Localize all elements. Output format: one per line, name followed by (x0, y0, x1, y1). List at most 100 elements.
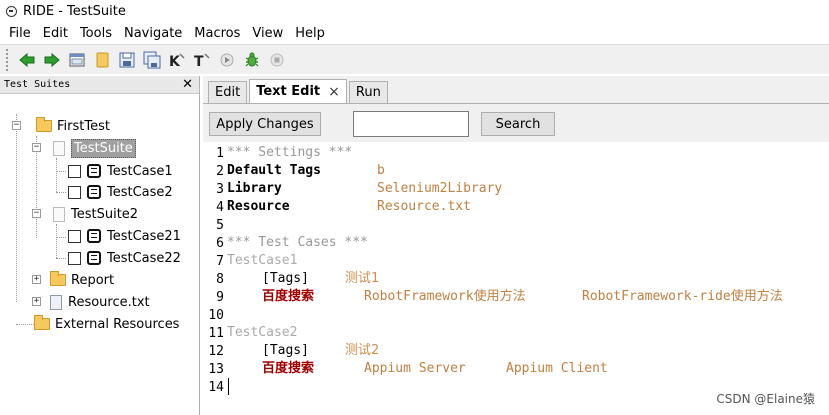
text-cursor (228, 378, 229, 395)
close-tab-icon[interactable]: × (328, 84, 340, 100)
tab-label: Run (355, 85, 381, 100)
tab-run[interactable]: Run (348, 81, 388, 103)
tree-node-testcase1[interactable]: TestCase1 (68, 161, 173, 181)
setting-name: Library (227, 181, 282, 196)
watermark: CSDN @Elaine猿 (716, 392, 815, 406)
tree-connector (56, 237, 66, 238)
search-input[interactable] (353, 111, 469, 137)
tree-connector (56, 258, 66, 259)
debug-bug-icon[interactable] (243, 51, 261, 69)
search-button[interactable]: Search (481, 112, 555, 136)
svg-text:K: K (169, 54, 181, 69)
keyword-call: 百度搜索 (262, 289, 315, 304)
test-suites-header: Test Suites ✕ (0, 76, 199, 94)
robot-test-icon (87, 251, 101, 265)
line-number: 14 (208, 379, 224, 395)
keyword-argument: RobotFramework-ride使用方法 (582, 289, 783, 304)
editor-line: 5 (203, 216, 829, 234)
tree-node-label: TestCase2 (107, 184, 173, 200)
tree-node-label: Report (71, 272, 115, 288)
tree-connector (16, 114, 17, 302)
test-suites-panel: Test Suites ✕ − FirstTest − TestSuite Te… (0, 76, 200, 415)
editor-panel: Edit Text Edit × Run Apply Changes Searc… (203, 76, 829, 415)
line-number: 10 (208, 307, 224, 323)
editor-line: 3 Library Selenium2Library (203, 180, 829, 198)
tree-node-firsttest[interactable]: FirstTest (36, 116, 110, 136)
title-bar: RIDE - TestSuite (0, 0, 829, 22)
tree-connector (56, 158, 57, 192)
tab-text-edit[interactable]: Text Edit × (249, 79, 347, 103)
editor-line: 1 *** Settings *** (203, 144, 829, 162)
menu-edit[interactable]: Edit (37, 26, 74, 41)
tree-connector (56, 192, 66, 193)
menu-macros[interactable]: Macros (188, 26, 246, 41)
stop-icon[interactable] (268, 51, 286, 69)
text-edit-actions: Apply Changes Search (203, 104, 829, 142)
menu-view[interactable]: View (246, 26, 289, 41)
tree-node-testcase2[interactable]: TestCase2 (68, 182, 173, 202)
tree-node-testcase22[interactable]: TestCase22 (68, 248, 181, 268)
line-number: 6 (216, 235, 224, 251)
robot-test-icon (87, 185, 101, 199)
expand-resource-toggle[interactable]: + (32, 297, 41, 306)
testcase22-checkbox[interactable] (68, 251, 81, 265)
testcase21-checkbox[interactable] (68, 229, 81, 243)
window-title: RIDE - TestSuite (23, 3, 126, 19)
menu-help[interactable]: Help (289, 26, 331, 41)
line-number: 12 (208, 343, 224, 359)
tree-node-testsuite2[interactable]: TestSuite2 (53, 204, 138, 224)
apply-changes-button[interactable]: Apply Changes (209, 112, 321, 136)
editor-line: 7 TestCase1 (203, 252, 829, 270)
open-suite-icon[interactable] (68, 51, 86, 69)
editor-tabs: Edit Text Edit × Run (208, 79, 390, 103)
forward-arrow-icon[interactable] (43, 51, 61, 69)
tree-node-report[interactable]: Report (50, 270, 114, 290)
text-editor[interactable]: 1 *** Settings *** 2 Default Tags b 3 Li… (203, 142, 829, 415)
tree-node-label-selected: TestSuite (71, 138, 136, 158)
toolbar-grip[interactable] (6, 48, 10, 71)
run-icon[interactable] (218, 51, 236, 69)
editor-line: 2 Default Tags b (203, 162, 829, 180)
save-all-icon[interactable] (143, 51, 161, 69)
testcase1-checkbox[interactable] (68, 164, 81, 178)
tab-label: Edit (215, 85, 241, 100)
line-number: 8 (216, 271, 224, 287)
folder-icon (50, 271, 66, 286)
tab-edit[interactable]: Edit (208, 81, 248, 103)
tree-node-label: Resource.txt (68, 294, 150, 310)
open-file-icon[interactable] (93, 51, 111, 69)
setting-value: Resource.txt (377, 199, 471, 214)
settings-header: *** Settings *** (227, 145, 353, 160)
testcase2-checkbox[interactable] (68, 185, 81, 199)
close-panel-icon[interactable]: ✕ (182, 77, 193, 92)
tree-node-label: FirstTest (57, 118, 110, 134)
tree-node-label: TestCase1 (107, 163, 173, 179)
menu-file[interactable]: File (3, 26, 37, 41)
tree-node-testcase21[interactable]: TestCase21 (68, 226, 181, 246)
editor-line: 12 [Tags] 测试2 (203, 342, 829, 360)
menu-navigate[interactable]: Navigate (118, 26, 188, 41)
save-icon[interactable] (118, 51, 136, 69)
collapse-testsuite-toggle[interactable]: − (32, 143, 41, 152)
suite-file-icon (53, 206, 65, 222)
line-number: 9 (216, 289, 224, 305)
menu-tools[interactable]: Tools (74, 26, 118, 41)
tree-node-testsuite[interactable]: TestSuite (53, 138, 136, 158)
tree-node-label: TestCase21 (107, 228, 181, 244)
line-number: 13 (208, 361, 224, 377)
test-suites-tree: − FirstTest − TestSuite TestCase1 TestCa… (0, 94, 199, 414)
search-tests-icon[interactable]: T (193, 51, 211, 69)
tree-node-external-resources[interactable]: External Resources (34, 314, 179, 334)
search-keywords-icon[interactable]: K (168, 51, 186, 69)
test-cases-header: *** Test Cases *** (227, 235, 368, 250)
line-number: 11 (208, 325, 224, 341)
expand-report-toggle[interactable]: + (32, 275, 41, 284)
resource-file-icon (50, 294, 62, 310)
test-case-name: TestCase2 (227, 325, 298, 340)
tree-connector (56, 224, 57, 258)
setting-value: b (377, 163, 385, 178)
back-arrow-icon[interactable] (18, 51, 36, 69)
tree-node-resource[interactable]: Resource.txt (50, 292, 150, 312)
collapse-testsuite2-toggle[interactable]: − (32, 209, 41, 218)
collapse-firsttest-toggle[interactable]: − (12, 121, 21, 130)
